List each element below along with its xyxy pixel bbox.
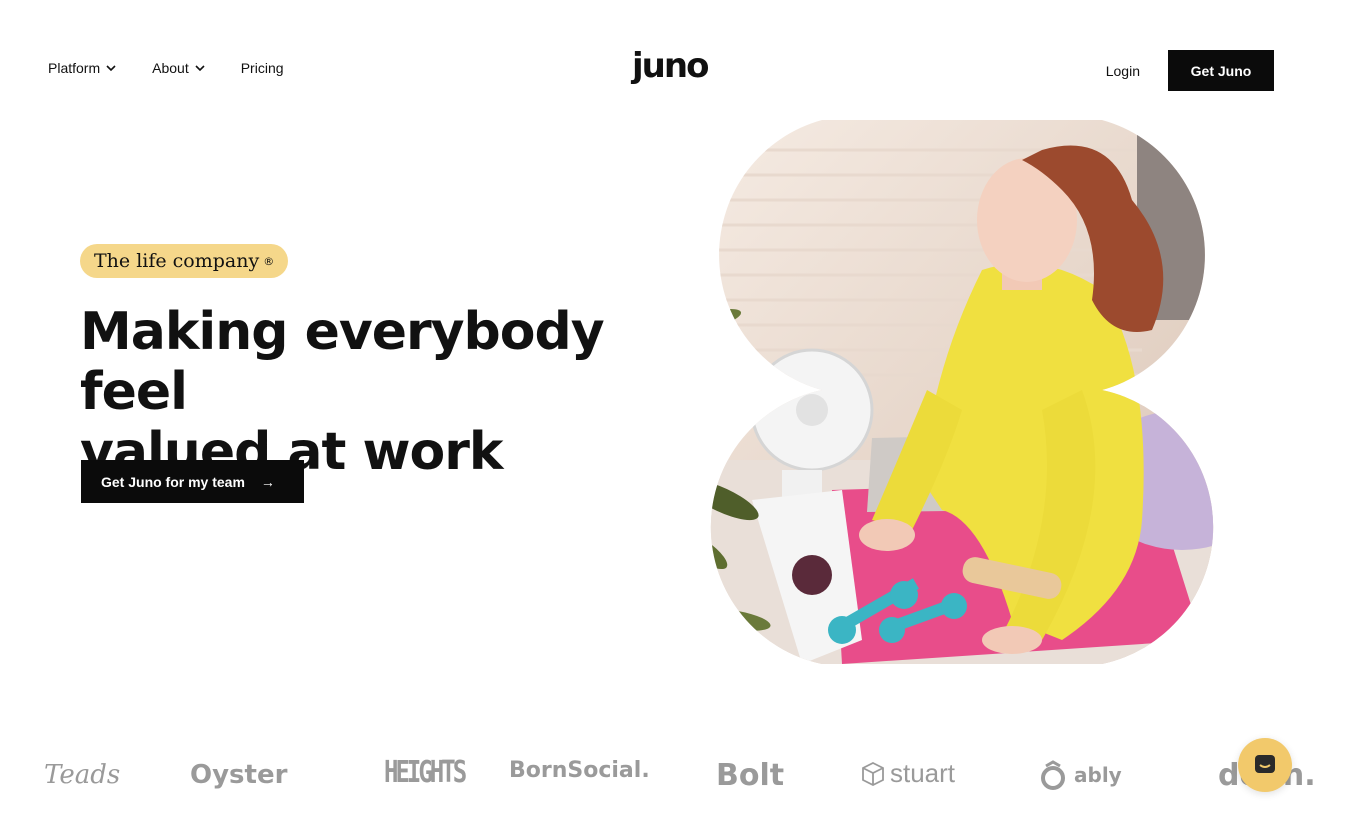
- partner-logos: Teads Oyster HEIGHTS BornSocial. Bolt st…: [0, 752, 1354, 802]
- cta-label: Get Juno for my team: [101, 473, 245, 490]
- get-juno-button[interactable]: Get Juno: [1168, 50, 1274, 91]
- teads-logo: Teads: [44, 760, 121, 790]
- juno-logo[interactable]: juno: [632, 46, 709, 86]
- stuart-logo: stuart: [860, 758, 955, 789]
- nav-pricing-link[interactable]: Pricing: [241, 60, 284, 76]
- nav-about-menu[interactable]: About: [152, 60, 205, 76]
- ably-text: ably: [1074, 763, 1122, 787]
- nav-about-label: About: [152, 60, 189, 76]
- heights-logo: HEIGHTS: [384, 754, 467, 790]
- tagline-badge: The life company ®: [80, 244, 289, 278]
- ably-logo: ably: [1040, 760, 1122, 790]
- stuart-text: stuart: [890, 758, 956, 788]
- top-navigation: Platform About Pricing juno Login Get Ju…: [0, 0, 1354, 140]
- chat-widget-button[interactable]: [1238, 738, 1292, 792]
- hero-photo: [710, 120, 1214, 664]
- ably-mark-icon: [1041, 760, 1065, 790]
- tagline-text: The life company: [94, 250, 260, 272]
- nav-actions: Login Get Juno: [1106, 50, 1274, 91]
- chevron-down-icon: [195, 65, 205, 72]
- cube-icon: [862, 761, 884, 786]
- arrow-right-icon: →: [260, 473, 275, 490]
- nav-pricing-label: Pricing: [240, 60, 284, 76]
- get-juno-team-button[interactable]: Get Juno for my team →: [81, 460, 304, 503]
- bolt-logo: Bolt: [716, 758, 785, 793]
- registered-mark: ®: [263, 254, 275, 268]
- login-link[interactable]: Login: [1106, 63, 1140, 79]
- bornsocial-logo: BornSocial.: [509, 758, 650, 783]
- headline-line-1: Making everybody feel: [80, 302, 605, 422]
- chevron-down-icon: [106, 65, 116, 72]
- hero-headline: Making everybody feel valued at work: [80, 302, 680, 482]
- nav-platform-menu[interactable]: Platform: [48, 60, 116, 76]
- chat-icon: [1255, 755, 1275, 773]
- nav-platform-label: Platform: [48, 60, 101, 76]
- oyster-logo: Oyster: [190, 760, 288, 790]
- nav-links: Platform About Pricing: [48, 60, 284, 76]
